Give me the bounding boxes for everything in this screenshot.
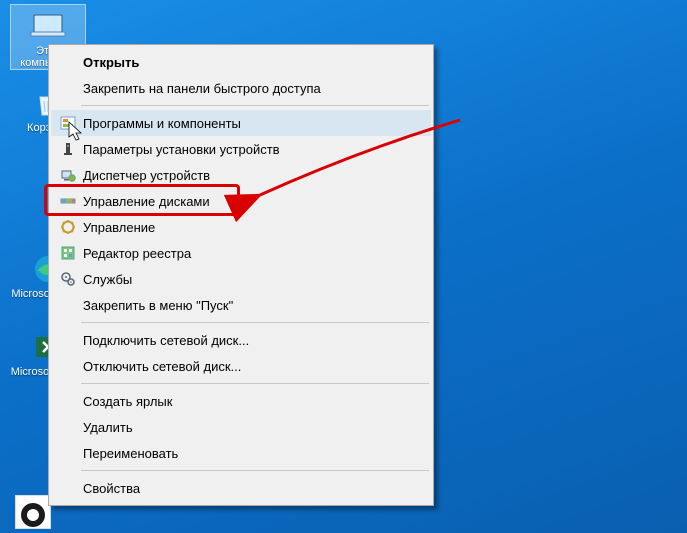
menu-item[interactable]: Создать ярлык bbox=[51, 388, 431, 414]
menu-item[interactable]: Диспетчер устройств bbox=[51, 162, 431, 188]
menu-item-icon-empty bbox=[57, 79, 79, 97]
menu-item-label: Отключить сетевой диск... bbox=[83, 359, 241, 374]
menu-item-icon-empty bbox=[57, 479, 79, 497]
menu-separator bbox=[81, 383, 429, 384]
device-settings-icon bbox=[57, 140, 79, 158]
menu-separator bbox=[81, 105, 429, 106]
menu-item[interactable]: Закрепить на панели быстрого доступа bbox=[51, 75, 431, 101]
menu-item[interactable]: Отключить сетевой диск... bbox=[51, 353, 431, 379]
menu-item-label: Свойства bbox=[83, 481, 140, 496]
device-manager-icon bbox=[57, 166, 79, 184]
menu-item[interactable]: Открыть bbox=[51, 49, 431, 75]
menu-item[interactable]: Свойства bbox=[51, 475, 431, 501]
menu-separator bbox=[81, 322, 429, 323]
menu-separator bbox=[81, 470, 429, 471]
menu-item-icon-empty bbox=[57, 392, 79, 410]
menu-item-label: Закрепить в меню "Пуск" bbox=[83, 298, 233, 313]
management-icon bbox=[57, 218, 79, 236]
context-menu: Открыть Закрепить на панели быстрого дост… bbox=[48, 44, 434, 506]
menu-item[interactable]: Управление дисками bbox=[51, 188, 431, 214]
menu-item-label: Редактор реестра bbox=[83, 246, 191, 261]
menu-item[interactable]: Службы bbox=[51, 266, 431, 292]
menu-item-icon-empty bbox=[57, 357, 79, 375]
menu-item[interactable]: Параметры установки устройств bbox=[51, 136, 431, 162]
menu-item-label: Службы bbox=[83, 272, 132, 287]
services-icon bbox=[57, 270, 79, 288]
menu-item-label: Удалить bbox=[83, 420, 133, 435]
menu-item-label: Параметры установки устройств bbox=[83, 142, 280, 157]
menu-item-icon-empty bbox=[57, 331, 79, 349]
programs-icon bbox=[57, 114, 79, 132]
menu-item-label: Переименовать bbox=[83, 446, 178, 461]
menu-item-label: Создать ярлык bbox=[83, 394, 172, 409]
menu-item-label: Программы и компоненты bbox=[83, 116, 241, 131]
menu-item-label: Диспетчер устройств bbox=[83, 168, 210, 183]
menu-item[interactable]: Программы и компоненты bbox=[51, 110, 431, 136]
menu-item-icon-empty bbox=[57, 444, 79, 462]
menu-item[interactable]: Закрепить в меню "Пуск" bbox=[51, 292, 431, 318]
menu-item-label: Управление bbox=[83, 220, 155, 235]
menu-item-icon-empty bbox=[57, 418, 79, 436]
registry-icon bbox=[57, 244, 79, 262]
menu-item[interactable]: Управление bbox=[51, 214, 431, 240]
menu-item-icon-empty bbox=[57, 53, 79, 71]
menu-item-icon-empty bbox=[57, 296, 79, 314]
menu-item[interactable]: Редактор реестра bbox=[51, 240, 431, 266]
menu-item-label: Управление дисками bbox=[83, 194, 210, 209]
menu-item-label: Закрепить на панели быстрого доступа bbox=[83, 81, 321, 96]
taskbar-fragment bbox=[15, 495, 51, 529]
menu-item[interactable]: Удалить bbox=[51, 414, 431, 440]
menu-item[interactable]: Подключить сетевой диск... bbox=[51, 327, 431, 353]
menu-item-label: Открыть bbox=[83, 55, 139, 70]
disk-management-icon bbox=[57, 192, 79, 210]
menu-item[interactable]: Переименовать bbox=[51, 440, 431, 466]
computer-icon bbox=[28, 9, 68, 43]
menu-item-label: Подключить сетевой диск... bbox=[83, 333, 249, 348]
